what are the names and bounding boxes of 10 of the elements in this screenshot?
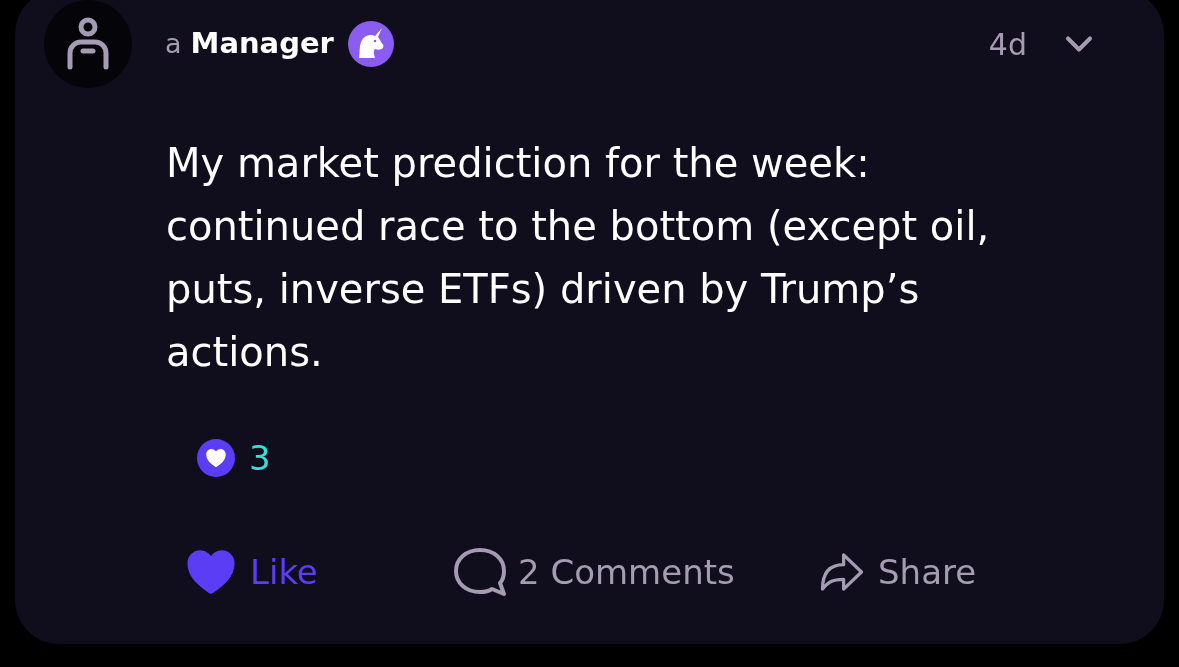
author-prefix: a	[165, 26, 182, 61]
heart-reaction-icon	[197, 439, 235, 477]
share-button[interactable]: Share	[816, 546, 977, 598]
post-time: 4d	[988, 25, 1027, 64]
person-icon	[66, 17, 110, 71]
comment-button[interactable]: 2 Comments	[452, 546, 735, 598]
reaction-count: 3	[249, 436, 271, 480]
author-name[interactable]: Manager	[190, 22, 334, 66]
post-text: My market prediction for the week: continued race to the bottom (except oil, puts, inverse ETFs) driven by Trump’s actions.	[166, 139, 991, 377]
comment-icon	[452, 546, 508, 598]
